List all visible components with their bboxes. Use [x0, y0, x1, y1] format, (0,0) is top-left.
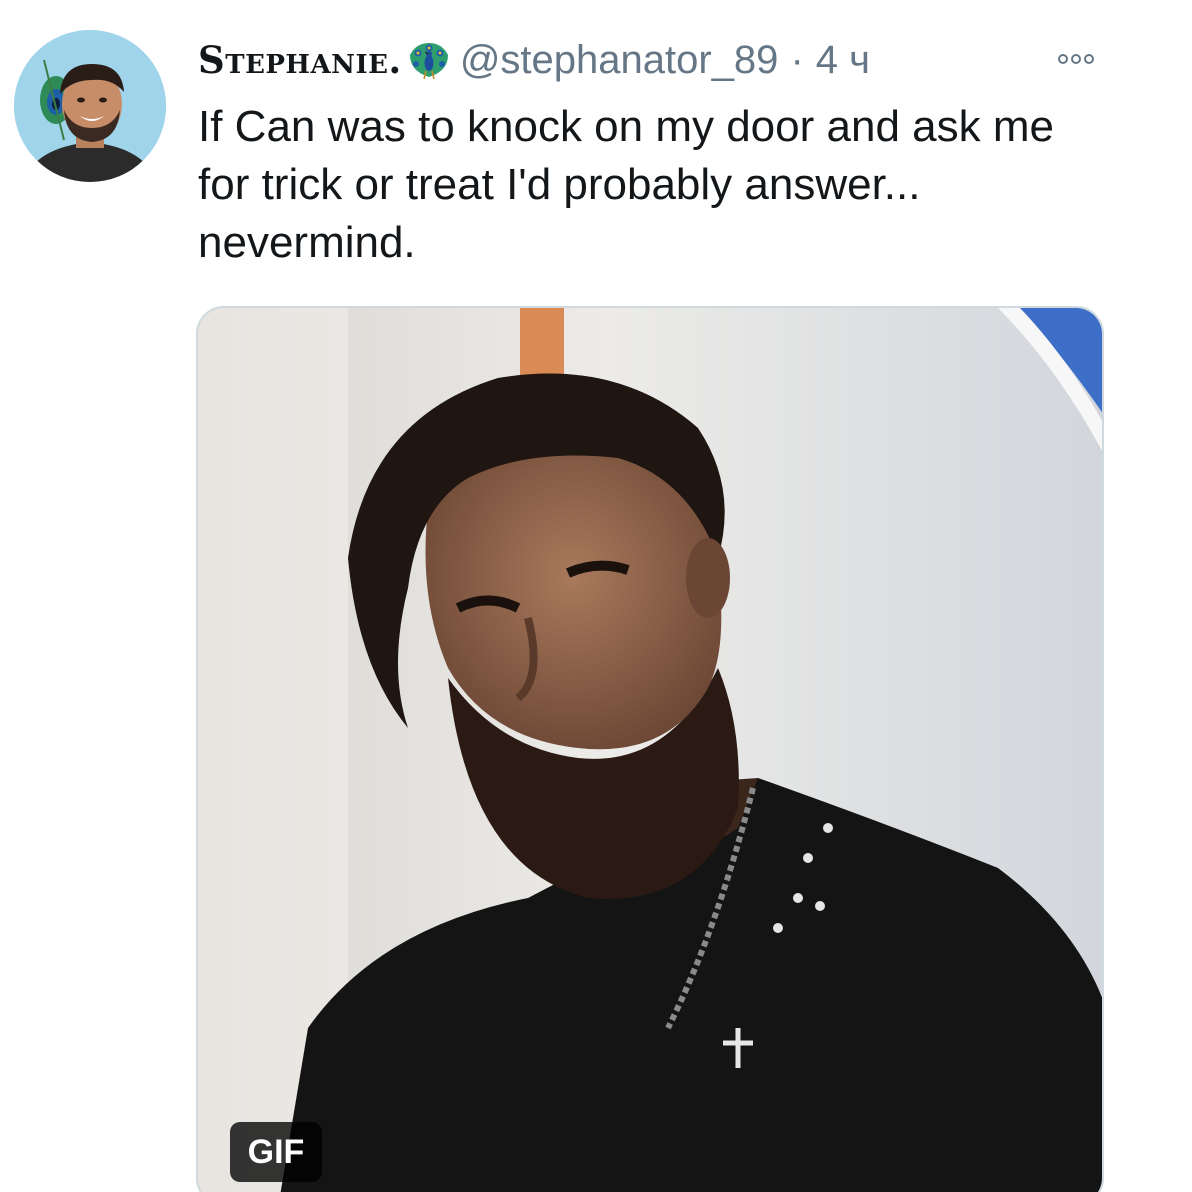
tweet[interactable]: Stephanie. @stephanator_89 · 4 ч If Can … [0, 0, 1192, 1192]
avatar[interactable] [14, 30, 166, 182]
more-options-icon[interactable] [1046, 44, 1106, 74]
display-name[interactable]: Stephanie. [198, 38, 402, 82]
tweet-media-gif[interactable] [196, 306, 1104, 1192]
gif-image [198, 308, 1102, 1192]
avatar-image [14, 30, 166, 182]
tweet-header: Stephanie. @stephanator_89 · 4 ч [198, 32, 870, 88]
more-dot [1058, 54, 1068, 64]
timestamp[interactable]: 4 ч [816, 38, 870, 83]
tweet-text: If Can was to knock on my door and ask m… [198, 102, 1054, 267]
gif-badge: GIF [230, 1122, 322, 1182]
user-handle[interactable]: @stephanator_89 [460, 38, 779, 83]
peacock-icon [406, 37, 452, 83]
more-dot [1084, 54, 1094, 64]
separator-dot: · [790, 37, 804, 82]
more-dot [1071, 54, 1081, 64]
